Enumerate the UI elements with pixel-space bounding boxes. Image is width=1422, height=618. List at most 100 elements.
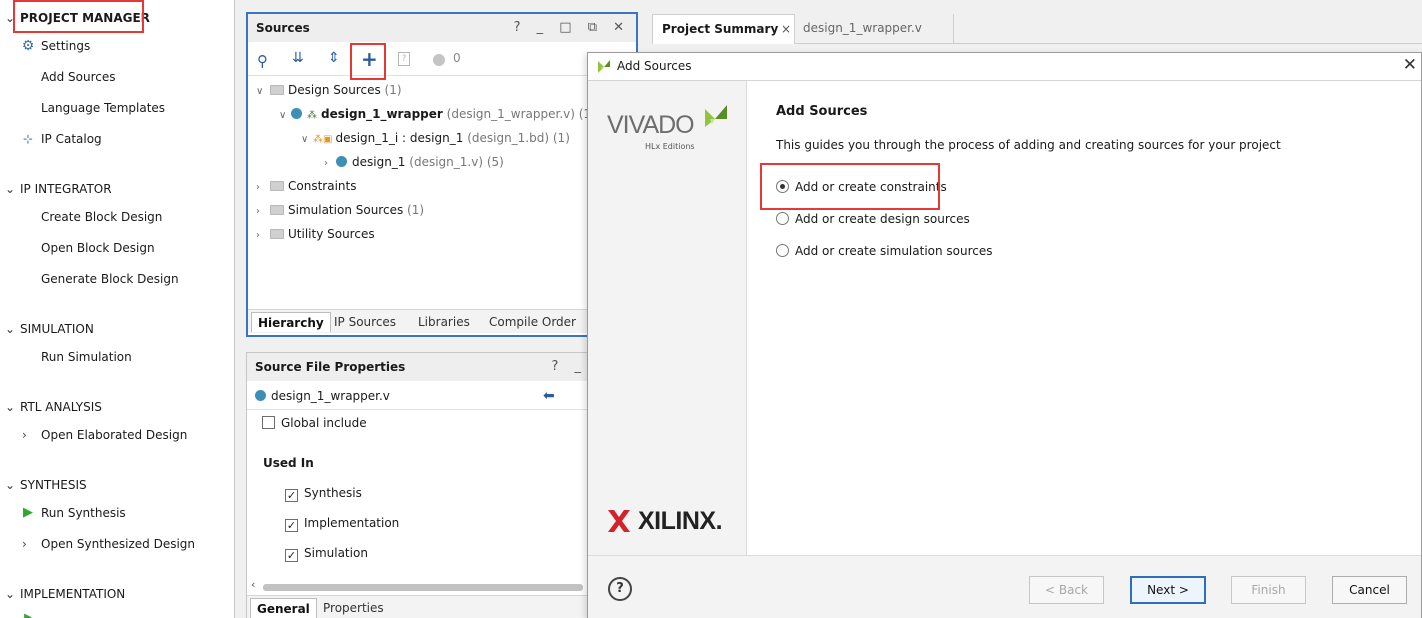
window-buttons[interactable]: ? _ □ ⧉ ✕	[514, 14, 630, 42]
checkmark-icon: ✓	[285, 549, 298, 562]
nav-item-create-block-design[interactable]: Create Block Design	[41, 207, 162, 227]
back-arrow-icon[interactable]: ⬅	[543, 382, 555, 410]
tab-design-1-wrapper[interactable]: design_1_wrapper.v	[795, 14, 954, 44]
properties-file-name: design_1_wrapper.v	[271, 389, 390, 403]
chevron-right-icon[interactable]: ›	[22, 425, 32, 445]
status-dot-icon	[433, 54, 445, 66]
radio-selected-icon	[776, 180, 789, 193]
nav-item-open-synthesized-design[interactable]: Open Synthesized Design	[41, 534, 195, 554]
finish-button[interactable]: Finish	[1231, 576, 1306, 604]
nav-section-project-manager[interactable]: ⌄ PROJECT MANAGER	[0, 8, 150, 28]
chevron-down-icon: ⌄	[4, 587, 16, 601]
nav-section-synthesis[interactable]: ⌄ SYNTHESIS	[0, 475, 87, 495]
global-include-checkbox[interactable]: Global include	[262, 416, 367, 430]
source-file-properties-panel: Source File Properties ? _ design_1_wrap…	[246, 352, 638, 618]
nav-section-rtl-analysis[interactable]: ⌄ RTL ANALYSIS	[0, 397, 102, 417]
tab-general[interactable]: General	[250, 598, 317, 618]
radio-add-simulation-sources[interactable]: Add or create simulation sources	[776, 241, 993, 261]
tree-row-design-1-wrapper[interactable]: ∨ ⁂ design_1_wrapper (design_1_wrapper.v) …	[279, 103, 596, 125]
tab-compile-order[interactable]: Compile Order	[483, 312, 582, 332]
tree-row-utility-sources[interactable]: › Utility Sources	[256, 223, 375, 245]
tree-row-design-1[interactable]: › design_1 (design_1.v) (5)	[324, 151, 504, 173]
used-in-synthesis-checkbox[interactable]: ✓ Synthesis	[285, 486, 362, 502]
expand-all-icon[interactable]: ⇕	[328, 50, 340, 66]
checkmark-icon: ✓	[285, 489, 298, 502]
chevron-down-icon: ⌄	[4, 478, 16, 492]
tab-project-summary[interactable]: Project Summary ×	[652, 14, 795, 44]
dialog-branding-pane: VIVADO HLx Editions XILINX.	[588, 81, 747, 555]
back-button[interactable]: < Back	[1029, 576, 1104, 604]
tree-row-design-1-i[interactable]: ∨ ⁂▣ design_1_i : design_1 (design_1.bd) (…	[301, 127, 570, 149]
cancel-button[interactable]: Cancel	[1332, 576, 1407, 604]
nav-item-ip-catalog[interactable]: IP Catalog	[41, 129, 102, 149]
folder-icon	[270, 205, 284, 215]
verilog-file-icon	[255, 390, 266, 401]
tab-properties[interactable]: Properties	[317, 598, 390, 618]
chevron-right-icon: ›	[256, 182, 260, 193]
block-design-icon: ⁂▣	[313, 134, 333, 145]
panel-title: Source File Properties	[255, 360, 406, 374]
tab-libraries[interactable]: Libraries	[412, 312, 476, 332]
tab-hierarchy[interactable]: Hierarchy	[251, 312, 331, 332]
nav-item-open-block-design[interactable]: Open Block Design	[41, 238, 155, 258]
ip-catalog-icon: ⊹	[22, 132, 34, 146]
gear-icon: ⚙	[21, 38, 35, 54]
tree-row-constraints[interactable]: › Constraints	[256, 175, 356, 197]
nav-item-run-simulation[interactable]: Run Simulation	[41, 347, 132, 367]
nav-item-run-synthesis[interactable]: Run Synthesis	[41, 503, 126, 523]
sources-tabbar: Hierarchy IP Sources Libraries Compile O…	[248, 309, 636, 333]
dialog-titlebar: Add Sources ✕	[588, 53, 1421, 81]
add-sources-dialog: Add Sources ✕ VIVADO HLx Editions XILINX…	[587, 52, 1422, 618]
verilog-file-icon	[336, 156, 347, 167]
help-icon[interactable]: ?	[608, 577, 632, 601]
horizontal-scrollbar[interactable]: ‹	[251, 578, 587, 592]
chevron-right-icon: ›	[256, 206, 260, 217]
tree-row-design-sources[interactable]: ∨ Design Sources (1)	[256, 79, 402, 101]
add-sources-icon[interactable]: +	[361, 47, 378, 71]
nav-section-implementation[interactable]: ⌄ IMPLEMENTATION	[0, 584, 125, 604]
folder-icon	[270, 229, 284, 239]
vivado-logo-mark-icon	[705, 105, 727, 127]
used-in-implementation-checkbox[interactable]: ✓ Implementation	[285, 516, 399, 532]
dialog-description: This guides you through the process of a…	[776, 138, 1281, 152]
radio-icon	[776, 212, 789, 225]
close-icon[interactable]: ×	[781, 15, 791, 43]
xilinx-mark-icon	[608, 510, 630, 532]
chevron-down-icon: ⌄	[4, 182, 16, 196]
collapse-all-icon[interactable]: ⇊	[292, 50, 304, 66]
nav-item-settings[interactable]: Settings	[41, 36, 90, 56]
run-icon: ▶	[24, 612, 32, 618]
dialog-heading: Add Sources	[776, 104, 868, 119]
folder-icon	[270, 181, 284, 191]
close-icon[interactable]: ✕	[1403, 55, 1417, 75]
nav-item-language-templates[interactable]: Language Templates	[41, 98, 165, 118]
radio-add-design-sources[interactable]: Add or create design sources	[776, 209, 970, 229]
tab-ip-sources[interactable]: IP Sources	[328, 312, 402, 332]
sources-toolbar: ⚲ ⇊ ⇕ + ? 0	[248, 44, 636, 76]
properties-icon[interactable]: ?	[398, 52, 410, 66]
hierarchy-top-icon: ⁂	[307, 110, 317, 121]
chevron-down-icon: ⌄	[4, 11, 16, 25]
properties-tabbar: General Properties	[247, 595, 637, 618]
nav-item-add-sources[interactable]: Add Sources	[41, 67, 116, 87]
nav-section-ip-integrator[interactable]: ⌄ IP INTEGRATOR	[0, 179, 112, 199]
chevron-down-icon: ⌄	[4, 322, 16, 336]
nav-item-generate-block-design[interactable]: Generate Block Design	[41, 269, 179, 289]
search-icon[interactable]: ⚲	[257, 52, 268, 70]
radio-add-constraints[interactable]: Add or create constraints	[776, 177, 947, 197]
window-buttons[interactable]: ? _	[551, 353, 587, 381]
chevron-down-icon: ⌄	[4, 400, 16, 414]
nav-section-simulation[interactable]: ⌄ SIMULATION	[0, 319, 94, 339]
chevron-down-icon: ∨	[301, 134, 309, 145]
properties-file-row: design_1_wrapper.v ⬅	[247, 382, 637, 410]
used-in-simulation-checkbox[interactable]: ✓ Simulation	[285, 546, 368, 562]
chevron-down-icon: ∨	[256, 86, 264, 97]
scrollbar-thumb[interactable]	[263, 584, 583, 591]
run-icon: ▶	[23, 505, 33, 520]
tree-row-simulation-sources[interactable]: › Simulation Sources (1)	[256, 199, 424, 221]
chevron-right-icon[interactable]: ›	[22, 534, 32, 554]
next-button[interactable]: Next >	[1130, 576, 1206, 604]
vivado-icon	[597, 58, 611, 74]
nav-item-open-elaborated-design[interactable]: Open Elaborated Design	[41, 425, 187, 445]
chevron-left-icon[interactable]: ‹	[251, 578, 255, 591]
